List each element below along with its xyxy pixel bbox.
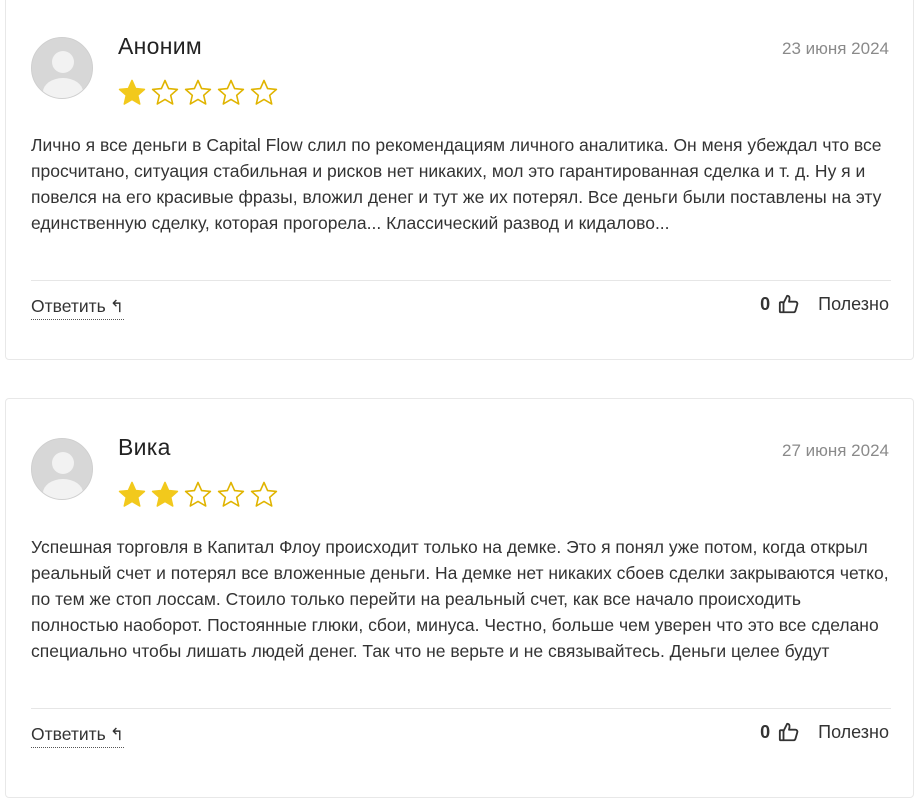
review-author: Аноним xyxy=(118,33,202,59)
divider xyxy=(31,708,891,709)
divider xyxy=(31,280,891,281)
reply-arrow-icon: ↰ xyxy=(109,297,125,316)
star-rating xyxy=(117,480,279,510)
review-card: Аноним 23 июня 2024 Лично я все деньги в… xyxy=(5,0,914,360)
useful-button[interactable]: Полезно xyxy=(818,294,889,315)
star-filled-icon xyxy=(150,480,180,510)
star-empty-icon xyxy=(249,78,279,108)
useful-widget: 0 Полезно xyxy=(760,721,889,743)
review-card: Вика 27 июня 2024 Успешная торговля в Ка… xyxy=(5,398,914,798)
review-text: Успешная торговля в Капитал Флоу происхо… xyxy=(31,537,889,661)
useful-button[interactable]: Полезно xyxy=(818,722,889,743)
useful-count: 0 xyxy=(760,721,771,742)
star-empty-icon xyxy=(249,480,279,510)
star-empty-icon xyxy=(216,78,246,108)
user-placeholder-icon xyxy=(32,439,92,499)
star-filled-icon xyxy=(117,78,147,108)
reply-arrow-icon: ↰ xyxy=(109,725,125,744)
avatar xyxy=(31,37,93,99)
reply-button[interactable]: Ответить ↰ xyxy=(31,724,125,748)
review-author: Вика xyxy=(118,434,171,460)
star-rating xyxy=(117,78,279,108)
review-date: 27 июня 2024 xyxy=(781,441,889,460)
star-empty-icon xyxy=(150,78,180,108)
reply-label: Ответить xyxy=(31,724,106,744)
user-placeholder-icon xyxy=(32,38,92,98)
useful-count: 0 xyxy=(760,293,771,314)
review-text: Лично я все деньги в Capital Flow слил п… xyxy=(31,135,882,233)
thumbs-up-icon[interactable] xyxy=(778,721,800,743)
reply-button[interactable]: Ответить ↰ xyxy=(31,296,125,320)
reply-label: Ответить xyxy=(31,296,106,316)
avatar xyxy=(31,438,93,500)
star-empty-icon xyxy=(183,78,213,108)
thumbs-up-icon[interactable] xyxy=(778,293,800,315)
useful-widget: 0 Полезно xyxy=(760,293,889,315)
review-date: 23 июня 2024 xyxy=(781,39,889,58)
star-empty-icon xyxy=(216,480,246,510)
star-empty-icon xyxy=(183,480,213,510)
star-filled-icon xyxy=(117,480,147,510)
